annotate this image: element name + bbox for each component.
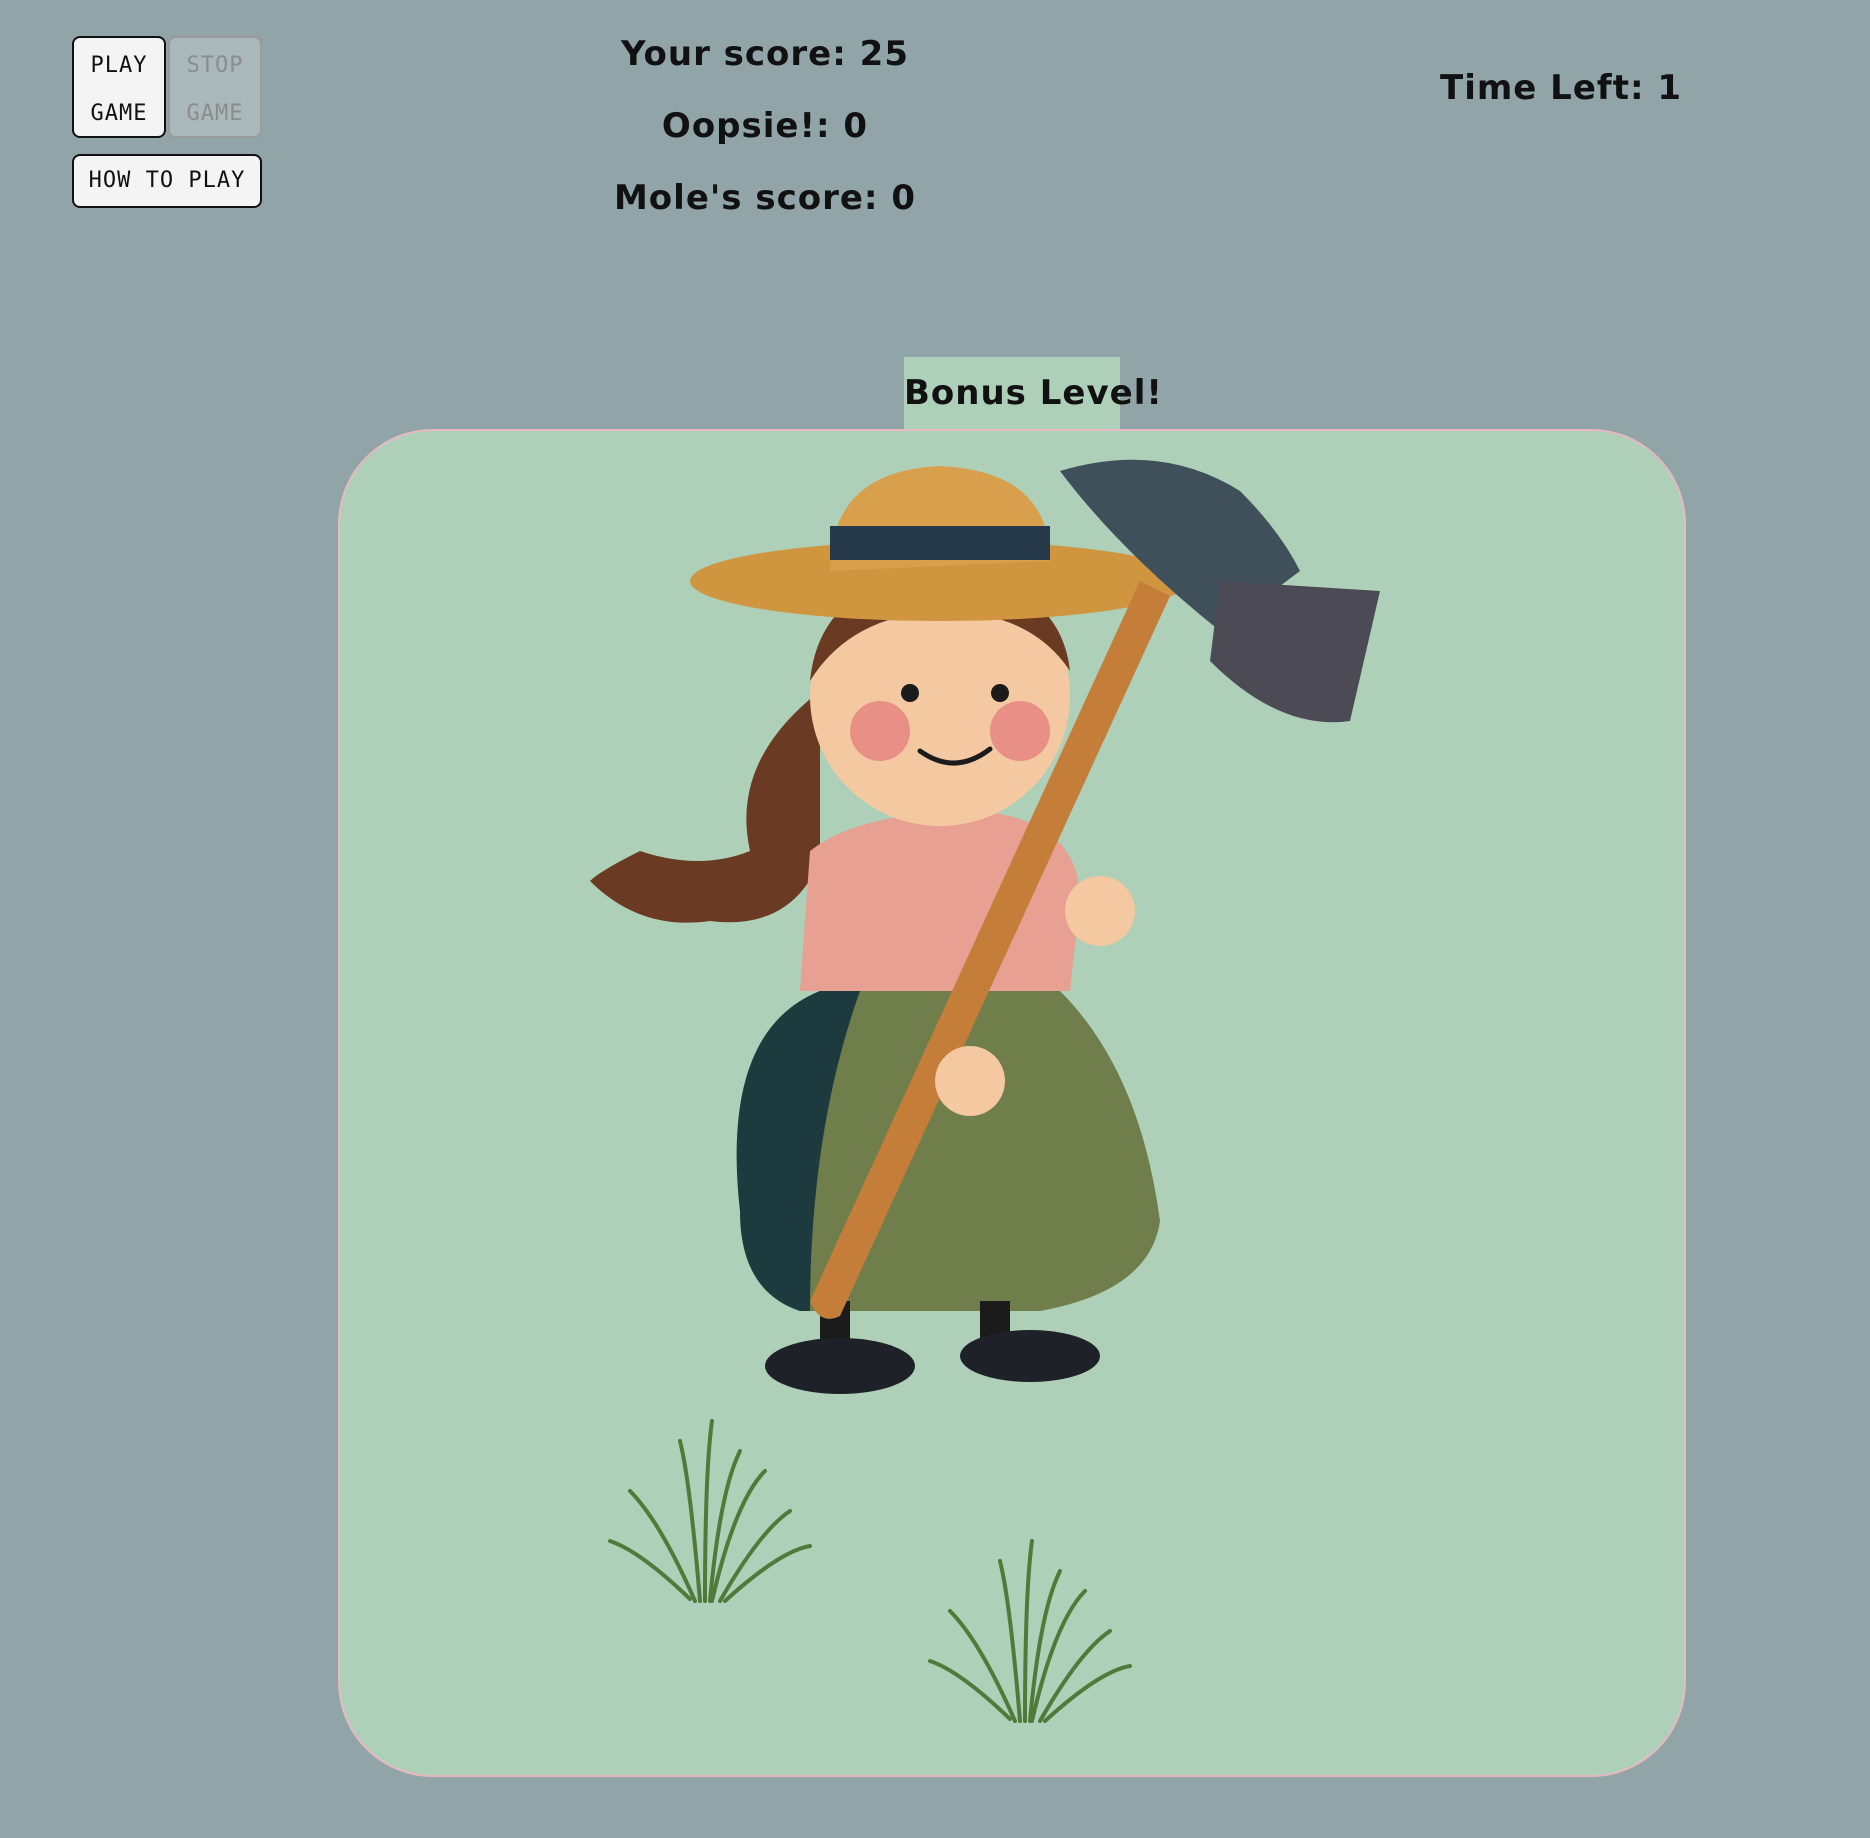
shoe-right	[960, 1330, 1100, 1382]
cheek-right	[990, 701, 1050, 761]
farmer-girl-illustration	[590, 459, 1380, 1723]
play-game-label-line2: GAME	[90, 101, 148, 126]
hand-lower	[935, 1046, 1005, 1116]
shoe-left	[765, 1338, 915, 1394]
stop-game-button[interactable]: STOP GAME	[168, 36, 262, 138]
your-score: Your score: 25	[621, 34, 909, 74]
grass-tuft-bottom	[928, 1539, 1132, 1723]
hammer-face	[1210, 581, 1380, 723]
eye-right	[991, 684, 1009, 702]
hat-band	[830, 526, 1050, 560]
cheek-left	[850, 701, 910, 761]
play-game-button[interactable]: PLAY GAME	[72, 36, 166, 138]
stop-game-label-line2: GAME	[186, 101, 244, 126]
how-to-play-button[interactable]: HOW TO PLAY	[72, 154, 262, 208]
game-board[interactable]	[338, 429, 1686, 1777]
grass-tuft-left	[608, 1419, 812, 1603]
eye-left	[901, 684, 919, 702]
time-left: Time Left: 1	[1440, 68, 1683, 108]
bonus-level-banner: Bonus Level!	[904, 357, 1162, 429]
hand-upper	[1065, 876, 1135, 946]
oopsie-count: Oopsie!: 0	[661, 106, 869, 146]
stop-game-label-line1: STOP	[186, 53, 244, 78]
braid	[590, 691, 820, 923]
play-game-label-line1: PLAY	[90, 53, 148, 78]
mole-score: Mole's score: 0	[613, 178, 917, 218]
